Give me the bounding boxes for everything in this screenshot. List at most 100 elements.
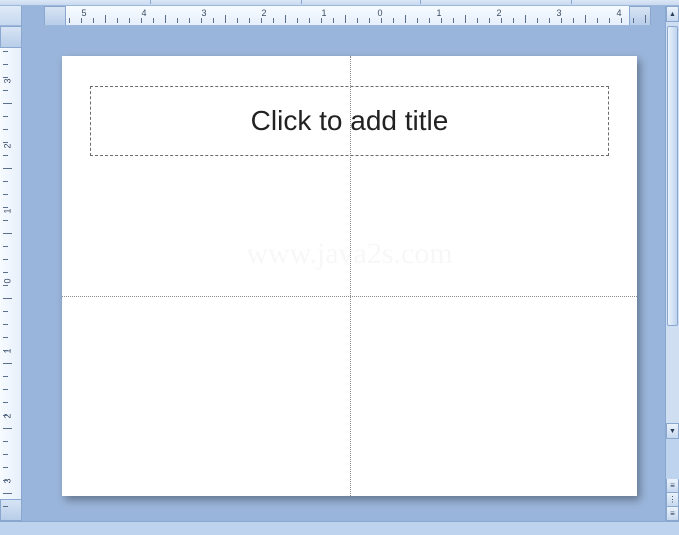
v-ruler-tick bbox=[3, 493, 12, 494]
v-ruler-number: 1 bbox=[3, 208, 13, 213]
v-ruler-tick bbox=[3, 220, 8, 221]
prev-slide-button[interactable]: ≡ bbox=[666, 479, 679, 493]
h-ruler-tick bbox=[537, 18, 538, 23]
v-ruler-tick bbox=[3, 129, 8, 130]
v-ruler-tick bbox=[3, 64, 8, 65]
h-ruler-tick bbox=[453, 18, 454, 23]
ruler-corner-button[interactable] bbox=[0, 6, 21, 26]
h-ruler-tick bbox=[381, 18, 382, 23]
h-ruler-number: 5 bbox=[81, 8, 86, 18]
h-ruler-number: 2 bbox=[261, 8, 266, 18]
h-ruler-number: 4 bbox=[616, 8, 621, 18]
v-ruler-tick bbox=[3, 363, 12, 364]
scroll-track[interactable] bbox=[666, 22, 679, 423]
scroll-thumb[interactable] bbox=[667, 26, 678, 326]
h-ruler-number: 4 bbox=[141, 8, 146, 18]
h-ruler-left-cap bbox=[44, 6, 66, 26]
slide-nav-menu-button[interactable]: ⋮ bbox=[666, 493, 679, 507]
v-ruler-tick bbox=[3, 454, 8, 455]
v-ruler-tick bbox=[3, 506, 8, 507]
h-ruler-number: 2 bbox=[496, 8, 501, 18]
slide[interactable]: www.java2s.com Click to add title bbox=[62, 56, 637, 496]
next-slide-button[interactable]: ≡ bbox=[666, 507, 679, 521]
horizontal-ruler[interactable]: 5 4 3 2 1 0 1 2 3 4 5 bbox=[44, 6, 651, 26]
v-ruler-tick bbox=[3, 259, 8, 260]
scroll-up-button[interactable]: ▲ bbox=[666, 6, 679, 22]
v-ruler-tick bbox=[3, 285, 8, 286]
h-ruler-tick bbox=[201, 18, 202, 23]
h-ruler-tick bbox=[405, 15, 406, 23]
v-ruler-bottom-cap bbox=[0, 499, 21, 521]
v-ruler-tick bbox=[3, 324, 8, 325]
watermark: www.java2s.com bbox=[246, 237, 452, 271]
horizontal-guide bbox=[62, 296, 637, 297]
h-ruler-tick bbox=[525, 15, 526, 23]
v-ruler-tick bbox=[3, 155, 8, 156]
v-ruler-tick bbox=[3, 142, 8, 143]
h-ruler-tick bbox=[501, 18, 502, 23]
h-ruler-tick bbox=[597, 18, 598, 23]
h-ruler-number: 1 bbox=[436, 8, 441, 18]
v-ruler-tick bbox=[3, 467, 8, 468]
v-ruler-tick bbox=[3, 298, 12, 299]
h-ruler-tick bbox=[429, 18, 430, 23]
v-ruler-tick bbox=[3, 337, 8, 338]
slide-nav-buttons: ≡ ⋮ ≡ bbox=[666, 479, 679, 521]
h-ruler-tick bbox=[309, 18, 310, 23]
h-ruler-tick bbox=[261, 18, 262, 23]
scrollbar-gap bbox=[666, 439, 679, 479]
h-ruler-right-cap bbox=[629, 6, 651, 26]
title-placeholder[interactable]: Click to add title bbox=[90, 86, 609, 156]
h-ruler-number: 0 bbox=[377, 8, 382, 18]
h-ruler-tick bbox=[333, 18, 334, 23]
h-ruler-tick bbox=[237, 18, 238, 23]
v-ruler-tick bbox=[3, 402, 8, 403]
h-ruler-tick bbox=[285, 15, 286, 23]
v-ruler-tick bbox=[3, 441, 8, 442]
h-ruler-tick bbox=[81, 18, 82, 23]
h-ruler-tick bbox=[621, 18, 622, 23]
h-ruler-tick bbox=[645, 15, 646, 23]
v-ruler-tick bbox=[3, 350, 8, 351]
h-ruler-tick bbox=[189, 18, 190, 23]
h-ruler-tick bbox=[393, 18, 394, 23]
h-ruler-tick bbox=[417, 18, 418, 23]
h-ruler-tick bbox=[357, 18, 358, 23]
v-ruler-tick bbox=[3, 376, 8, 377]
slide-canvas[interactable]: www.java2s.com Click to add title bbox=[22, 26, 665, 521]
h-ruler-tick bbox=[105, 15, 106, 23]
vertical-scrollbar[interactable]: ▲ ▼ ≡ ⋮ ≡ bbox=[665, 6, 679, 521]
v-ruler-tick bbox=[3, 51, 8, 52]
h-ruler-tick bbox=[93, 18, 94, 23]
h-ruler-tick bbox=[573, 18, 574, 23]
h-ruler-tick bbox=[609, 18, 610, 23]
h-ruler-tick bbox=[297, 18, 298, 23]
v-ruler-tick bbox=[3, 181, 8, 182]
v-ruler-tick bbox=[3, 103, 12, 104]
vertical-ruler[interactable]: 3 2 1 0 1 2 3 bbox=[0, 26, 21, 521]
h-ruler-tick bbox=[129, 18, 130, 23]
h-ruler-number: 3 bbox=[556, 8, 561, 18]
h-ruler-tick bbox=[561, 18, 562, 23]
v-ruler-tick bbox=[3, 428, 12, 429]
v-ruler-tick bbox=[3, 272, 8, 273]
v-ruler-number: 2 bbox=[3, 143, 13, 148]
h-ruler-tick bbox=[225, 15, 226, 23]
h-ruler-tick bbox=[165, 15, 166, 23]
v-ruler-tick bbox=[3, 168, 12, 169]
scroll-down-button[interactable]: ▼ bbox=[666, 423, 679, 439]
bottom-filler bbox=[0, 522, 679, 535]
v-ruler-tick bbox=[3, 246, 8, 247]
h-ruler-tick bbox=[153, 18, 154, 23]
h-ruler-tick bbox=[345, 15, 346, 23]
h-ruler-tick bbox=[549, 18, 550, 23]
h-ruler-tick bbox=[441, 18, 442, 23]
h-ruler-tick bbox=[273, 18, 274, 23]
h-ruler-tick bbox=[177, 18, 178, 23]
v-ruler-tick bbox=[3, 233, 12, 234]
left-column: 3 2 1 0 1 2 3 bbox=[0, 6, 22, 521]
v-ruler-tick bbox=[3, 389, 8, 390]
v-ruler-tick bbox=[3, 194, 8, 195]
h-ruler-tick bbox=[465, 15, 466, 23]
h-ruler-tick bbox=[477, 18, 478, 23]
